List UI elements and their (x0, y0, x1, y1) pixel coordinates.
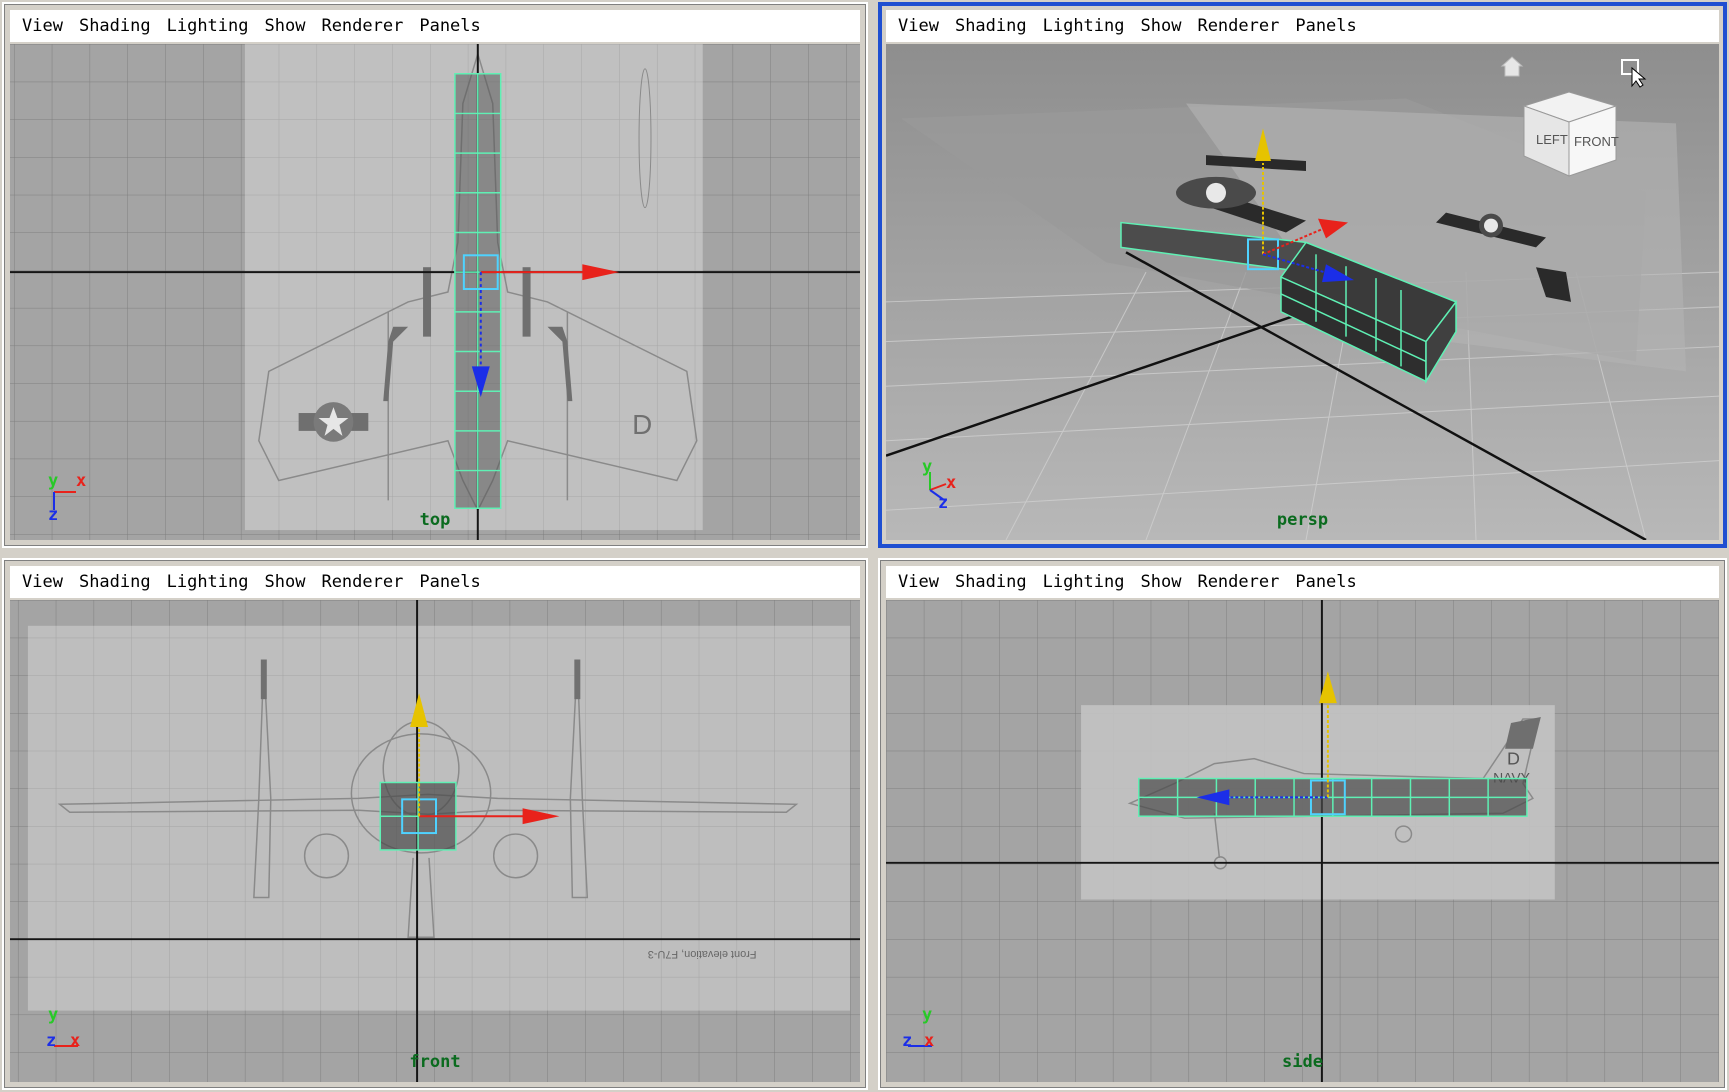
viewport-top-pane[interactable]: View Shading Lighting Show Renderer Pane… (2, 2, 868, 548)
home-icon[interactable] (1500, 54, 1524, 78)
menu-show[interactable]: Show (1133, 16, 1190, 36)
menu-show[interactable]: Show (257, 16, 314, 36)
top-view-scene: D (10, 44, 860, 540)
viewport-persp-pane[interactable]: View Shading Lighting Show Renderer Pane… (878, 2, 1727, 548)
view-cube[interactable]: LEFT FRONT (1514, 84, 1624, 184)
svg-text:z: z (938, 493, 948, 510)
svg-text:y: y (922, 1006, 932, 1025)
menu-renderer[interactable]: Renderer (313, 16, 411, 36)
viewport-top-canvas[interactable]: D y x z top (10, 44, 860, 540)
menu-view[interactable]: View (14, 572, 71, 592)
menu-show[interactable]: Show (1133, 572, 1190, 592)
svg-text:z: z (46, 1031, 56, 1051)
camera-label-front: front (409, 1052, 461, 1072)
menu-shading[interactable]: Shading (71, 16, 159, 36)
cursor-icon (1620, 58, 1650, 88)
svg-text:x: x (946, 473, 956, 493)
svg-text:y: y (922, 460, 932, 477)
menu-renderer[interactable]: Renderer (1189, 16, 1287, 36)
svg-text:x: x (76, 472, 86, 491)
menu-show[interactable]: Show (257, 572, 314, 592)
viewport-front-menubar: View Shading Lighting Show Renderer Pane… (10, 566, 860, 598)
axis-indicator: y z x (900, 1006, 960, 1056)
svg-text:y: y (48, 1006, 58, 1025)
view-cube-front-face[interactable]: FRONT (1574, 134, 1619, 149)
menu-panels[interactable]: Panels (411, 16, 488, 36)
viewport-persp-canvas[interactable]: LEFT FRONT y x z persp (886, 44, 1719, 540)
viewport-top-menubar: View Shading Lighting Show Renderer Pane… (10, 10, 860, 42)
viewport-side-menubar: View Shading Lighting Show Renderer Pane… (886, 566, 1719, 598)
menu-shading[interactable]: Shading (947, 16, 1035, 36)
viewport-side-pane[interactable]: View Shading Lighting Show Renderer Pane… (878, 558, 1727, 1090)
menu-panels[interactable]: Panels (411, 572, 488, 592)
menu-panels[interactable]: Panels (1287, 16, 1364, 36)
view-cube-left-face[interactable]: LEFT (1536, 132, 1568, 147)
camera-label-side: side (1282, 1052, 1323, 1072)
side-view-scene: D NAVY (886, 600, 1719, 1082)
svg-text:y: y (48, 472, 58, 491)
menu-panels[interactable]: Panels (1287, 572, 1364, 592)
svg-text:z: z (902, 1031, 912, 1051)
svg-text:x: x (70, 1031, 80, 1051)
camera-label-top: top (419, 510, 451, 530)
viewport-front-pane[interactable]: View Shading Lighting Show Renderer Pane… (2, 558, 868, 1090)
menu-renderer[interactable]: Renderer (1189, 572, 1287, 592)
viewport-persp-menubar: View Shading Lighting Show Renderer Pane… (886, 10, 1719, 42)
menu-lighting[interactable]: Lighting (1035, 572, 1133, 592)
camera-label-persp: persp (1276, 510, 1329, 530)
menu-renderer[interactable]: Renderer (313, 572, 411, 592)
svg-text:D: D (632, 409, 652, 440)
blueprint-caption: Front elevation, F7U-3 (648, 948, 757, 960)
menu-shading[interactable]: Shading (71, 572, 159, 592)
tail-letter-decal: D (1507, 749, 1520, 769)
svg-text:x: x (924, 1031, 934, 1051)
menu-lighting[interactable]: Lighting (1035, 16, 1133, 36)
viewport-front-canvas[interactable]: Front elevation, F7U-3 y z x front (10, 600, 860, 1082)
menu-shading[interactable]: Shading (947, 572, 1035, 592)
menu-lighting[interactable]: Lighting (159, 572, 257, 592)
menu-lighting[interactable]: Lighting (159, 16, 257, 36)
axis-indicator: y x z (920, 460, 970, 510)
menu-view[interactable]: View (890, 572, 947, 592)
selected-mesh-wireframe (454, 73, 502, 509)
menu-view[interactable]: View (14, 16, 71, 36)
viewport-side-canvas[interactable]: D NAVY y z x side (886, 600, 1719, 1082)
menu-view[interactable]: View (890, 16, 947, 36)
front-view-scene: Front elevation, F7U-3 (10, 600, 860, 1082)
axis-indicator: y z x (44, 1006, 104, 1056)
